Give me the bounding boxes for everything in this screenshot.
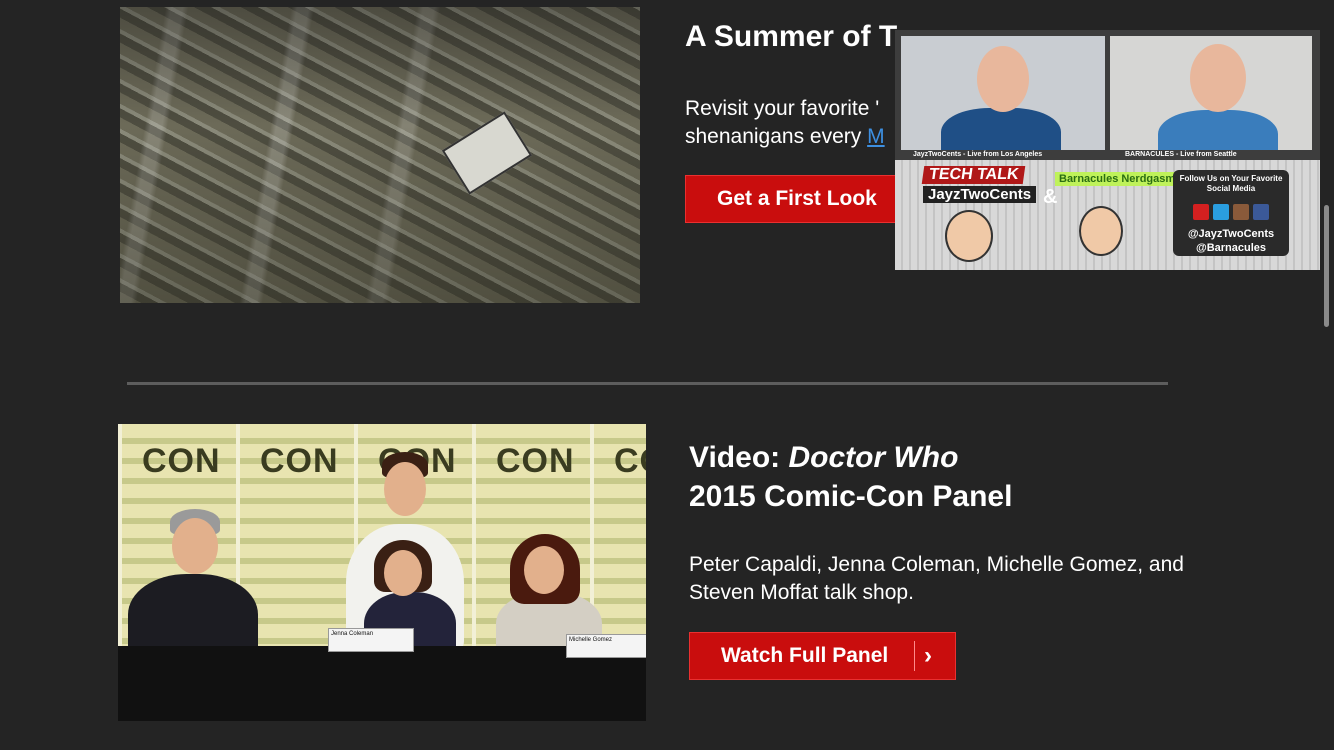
section1-desc-line1: Revisit your favorite ' <box>685 97 880 120</box>
get-first-look-label: Get a First Look <box>717 187 877 210</box>
instagram-icon <box>1233 204 1249 220</box>
host-face <box>977 46 1029 112</box>
show-title-tech-talk: TECH TALK <box>921 166 1026 184</box>
twitter-icon <box>1213 204 1229 220</box>
person-head <box>524 546 564 594</box>
nameplate-text: Jenna Coleman <box>331 631 374 637</box>
nameplate: Michelle Gomez <box>566 634 646 658</box>
scrollbar-thumb[interactable] <box>1324 205 1329 327</box>
person-head <box>172 518 218 574</box>
host-face <box>1190 44 1246 112</box>
banner-con-text: CON <box>496 442 575 480</box>
video-overlay[interactable]: JayzTwoCents - Live from Los Angeles BAR… <box>895 30 1320 270</box>
section2-title-show: Doctor Who <box>788 441 959 474</box>
get-first-look-button[interactable]: Get a First Look <box>685 175 911 223</box>
section2-title-prefix: Video: <box>689 441 789 474</box>
show-title-host: JayzTwoCents <box>923 186 1037 203</box>
section1-desc-link[interactable]: M <box>867 125 885 148</box>
show-title-amp: & <box>1043 186 1058 208</box>
follow-text: Follow Us on Your Favorite Social Media <box>1179 174 1283 193</box>
promo-image-dam[interactable] <box>120 7 640 303</box>
nameplate-text: Michelle Gomez <box>569 637 613 643</box>
banner-con-text: CON <box>142 442 221 480</box>
show-title-partner: Barnacules Nerdgasm <box>1055 172 1180 186</box>
webcam-feed-left <box>901 36 1105 150</box>
host-shirt <box>941 108 1061 150</box>
watch-full-panel-button[interactable]: Watch Full Panel › <box>689 632 956 680</box>
section2-title-line2: 2015 Comic-Con Panel <box>689 480 1013 513</box>
nameplate: Jenna Coleman <box>328 628 414 652</box>
cam-label-left: JayzTwoCents - Live from Los Angeles <box>913 151 1043 158</box>
image-shade <box>120 7 640 303</box>
cam-label-right: BARNACULES - Live from Seattle <box>1125 151 1237 158</box>
host-shirt <box>1158 110 1278 150</box>
youtube-icon <box>1193 204 1209 220</box>
person-head <box>384 550 422 596</box>
webcam-feed-right <box>1110 36 1312 150</box>
facebook-icon <box>1253 204 1269 220</box>
section2-description: Peter Capaldi, Jenna Coleman, Michelle G… <box>689 553 1184 604</box>
section2-title: Video: Doctor Who 2015 Comic-Con Panel <box>689 438 1012 516</box>
person-head <box>384 462 426 516</box>
host-avatar-right <box>1079 206 1123 256</box>
section1-title: A Summer of T <box>685 20 898 53</box>
chevron-right-icon: › <box>924 642 932 669</box>
comic-con-panel-photo[interactable]: CON CON CON CON CON Jenna Coleman Michel… <box>118 424 646 721</box>
banner-con-text: CON <box>614 442 646 480</box>
section-divider <box>127 382 1168 385</box>
watch-full-panel-label: Watch Full Panel <box>721 644 889 667</box>
button-separator <box>914 641 915 671</box>
banner-con-text: CON <box>260 442 339 480</box>
social-handle-1: @JayzTwoCents <box>1187 228 1275 240</box>
social-handle-2: @Barnacules <box>1195 242 1267 254</box>
host-avatar-left <box>945 210 993 262</box>
section1-desc-line2: shenanigans every <box>685 125 868 148</box>
